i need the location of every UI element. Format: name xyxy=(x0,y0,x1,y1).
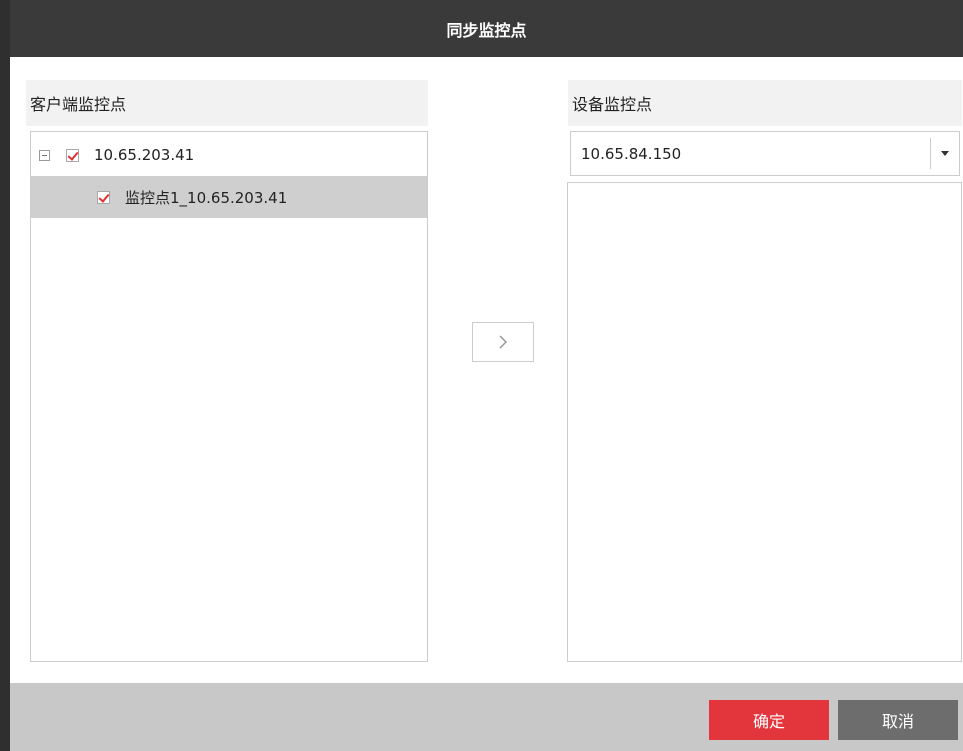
client-points-title: 客户端监控点 xyxy=(30,95,127,114)
client-points-tree[interactable]: 10.65.203.41 监控点1_10.65.203.41 xyxy=(30,131,428,662)
cancel-button-label: 取消 xyxy=(881,712,914,731)
dialog-titlebar: 同步监控点 xyxy=(10,0,963,57)
tree-node-client-ip[interactable]: 10.65.203.41 xyxy=(31,134,427,176)
sync-monitor-points-dialog: 同步监控点 客户端监控点 10.65.203.41 监控点1_10.65.203… xyxy=(0,0,963,751)
device-points-title: 设备监控点 xyxy=(572,95,653,114)
device-points-list[interactable] xyxy=(567,182,962,662)
monitor-point-checkbox[interactable] xyxy=(97,190,110,204)
device-select[interactable]: 10.65.84.150 xyxy=(570,131,960,176)
ok-button[interactable]: 确定 xyxy=(709,700,829,740)
tree-node-monitor-point[interactable]: 监控点1_10.65.203.41 xyxy=(31,176,427,218)
move-right-button[interactable] xyxy=(472,322,534,362)
dialog-title: 同步监控点 xyxy=(446,20,527,40)
tree-node-label: 监控点1_10.65.203.41 xyxy=(125,188,288,207)
cancel-button[interactable]: 取消 xyxy=(838,700,958,740)
tree-node-label: 10.65.203.41 xyxy=(94,146,195,164)
device-select-arrow[interactable] xyxy=(930,138,959,169)
client-points-header: 客户端监控点 xyxy=(26,80,428,126)
device-select-value: 10.65.84.150 xyxy=(581,144,682,163)
device-points-header: 设备监控点 xyxy=(568,80,962,126)
client-ip-checkbox[interactable] xyxy=(66,148,79,162)
caret-down-icon xyxy=(941,151,949,156)
chevron-right-icon xyxy=(499,335,508,349)
tree-collapse-icon[interactable] xyxy=(39,149,50,161)
ok-button-label: 确定 xyxy=(752,712,785,731)
